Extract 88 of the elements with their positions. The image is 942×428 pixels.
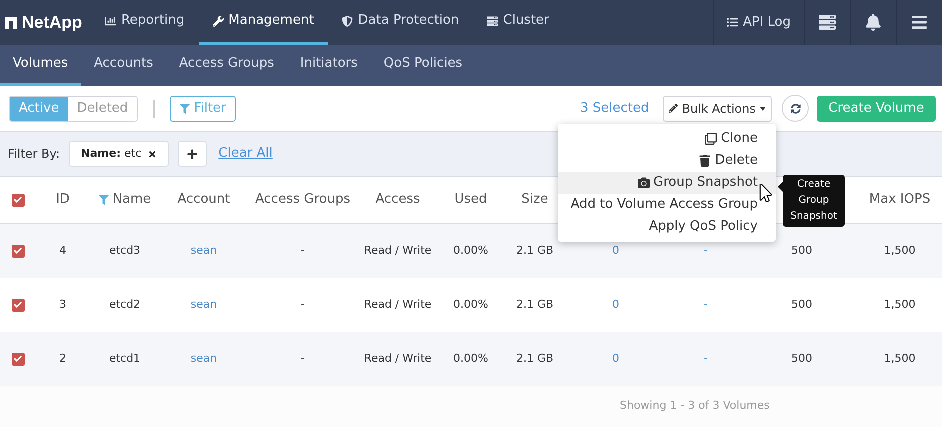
table-cell[interactable]: 0	[612, 242, 620, 260]
checkbox[interactable]	[12, 244, 24, 258]
checkbox[interactable]	[12, 298, 24, 312]
column-header[interactable]: Access Groups	[256, 190, 350, 210]
sub-tab[interactable]: Volumes	[0, 45, 82, 86]
bell-icon	[865, 14, 882, 31]
server-icon	[819, 14, 836, 31]
table-cell[interactable]: -	[704, 296, 708, 314]
menu-item[interactable]: Delete	[558, 150, 776, 172]
table-cell-text: etcd3	[109, 242, 141, 259]
sub-tab[interactable]: Accounts	[81, 45, 166, 86]
checkbox[interactable]	[12, 194, 24, 206]
table-cell-text: 0.00%	[454, 296, 488, 313]
selected-count: 3 Selected	[580, 100, 650, 118]
column-header[interactable]: ID	[56, 190, 70, 210]
check-icon	[14, 196, 22, 204]
menu-item[interactable]: Add to Volume Access Group	[558, 194, 776, 216]
sub-tab[interactable]: Access Groups	[166, 45, 288, 86]
check-icon	[14, 247, 22, 255]
add-filter-button[interactable]	[178, 141, 207, 167]
pencil-icon	[669, 104, 678, 113]
bulk-actions-button[interactable]: Bulk Actions	[663, 96, 772, 122]
table-cell-text: 2.1 GB	[516, 350, 554, 367]
table-cell-text: 500	[792, 296, 812, 313]
table-cell-text: 500	[792, 242, 812, 259]
table-cell-text: 3	[60, 296, 66, 313]
table-cell-text: Read / Write	[364, 350, 432, 367]
column-header[interactable]: Used	[454, 190, 488, 210]
table-cell-text: Read / Write	[364, 296, 432, 313]
caret-icon	[760, 106, 766, 110]
table-cell[interactable]: sean	[190, 296, 218, 314]
pagination-summary: Showing 1 - 3 of 3 Volumes	[620, 398, 770, 414]
brand-name: NetApp	[22, 12, 82, 34]
table-cell[interactable]: 0	[612, 296, 620, 314]
refresh-button[interactable]	[782, 95, 809, 122]
check-icon	[14, 355, 22, 363]
filter-label: Filter By:	[8, 146, 60, 163]
table-cell-text: 1,500	[884, 242, 916, 259]
nav-tab[interactable]: Data Protection	[328, 0, 474, 45]
sub-tab[interactable]: QoS Policies	[370, 45, 476, 86]
table-row[interactable]: 2 etcd1 sean - Read / Write 0.00% 2.1 GB 0 - 500 1,500	[0, 332, 942, 386]
table-cell-text: etcd2	[109, 296, 141, 313]
menu-item[interactable]: Group Snapshot	[558, 172, 776, 194]
column-header[interactable]: Name	[98, 190, 152, 210]
menu-icon	[911, 14, 928, 31]
clone-icon	[705, 133, 718, 145]
table-cell-text: 500	[792, 350, 812, 367]
check-icon	[14, 301, 22, 309]
camera-icon	[638, 177, 650, 189]
nav-tab[interactable]: Reporting	[91, 0, 199, 45]
sub-tab[interactable]: Initiators	[287, 45, 371, 86]
chip-text: Name: etc	[81, 146, 142, 162]
column-header[interactable]: Access	[376, 190, 420, 210]
table-cell-text: etcd1	[109, 350, 141, 367]
table-cell-text: 4	[60, 242, 66, 259]
filter-chip[interactable]: Name: etc	[69, 141, 169, 167]
tooltip: Create Group Snapshot	[783, 175, 845, 227]
filter-icon	[180, 104, 190, 114]
table-cell-text: 0.00%	[454, 242, 488, 259]
nav-tab[interactable]: Cluster	[473, 0, 564, 45]
menu-item[interactable]: Clone	[558, 128, 776, 150]
shield-icon	[342, 16, 354, 26]
logo-icon	[5, 16, 17, 28]
column-header[interactable]: Size	[522, 190, 548, 210]
table-cell[interactable]: -	[704, 350, 708, 368]
trash-icon	[699, 155, 712, 167]
table-cell-text: Read / Write	[364, 242, 432, 259]
filter-icon	[98, 195, 109, 205]
table-cell-text: 1,500	[884, 296, 916, 313]
close-icon[interactable]	[148, 150, 157, 158]
list-icon	[727, 17, 738, 28]
table-cell-text: 2.1 GB	[516, 242, 554, 259]
plus-icon	[186, 148, 198, 160]
table-cell-text: 0.00%	[454, 350, 488, 367]
server-icon	[487, 16, 498, 26]
table-cell-text: 1,500	[884, 350, 916, 367]
checkbox[interactable]	[12, 352, 24, 366]
refresh-icon	[790, 104, 800, 114]
table-cell-text: -	[301, 242, 305, 259]
table-cell-text: 2	[60, 350, 66, 367]
table-cell-text: 2.1 GB	[516, 296, 554, 313]
table-cell-text: -	[301, 296, 305, 313]
column-header[interactable]: Account	[178, 190, 230, 210]
wrench-icon	[212, 16, 224, 26]
bar-chart-icon	[105, 16, 116, 26]
table-cell[interactable]: -	[704, 242, 708, 260]
table-cell-text: -	[301, 350, 305, 367]
column-header[interactable]: Max IOPS	[869, 190, 931, 210]
